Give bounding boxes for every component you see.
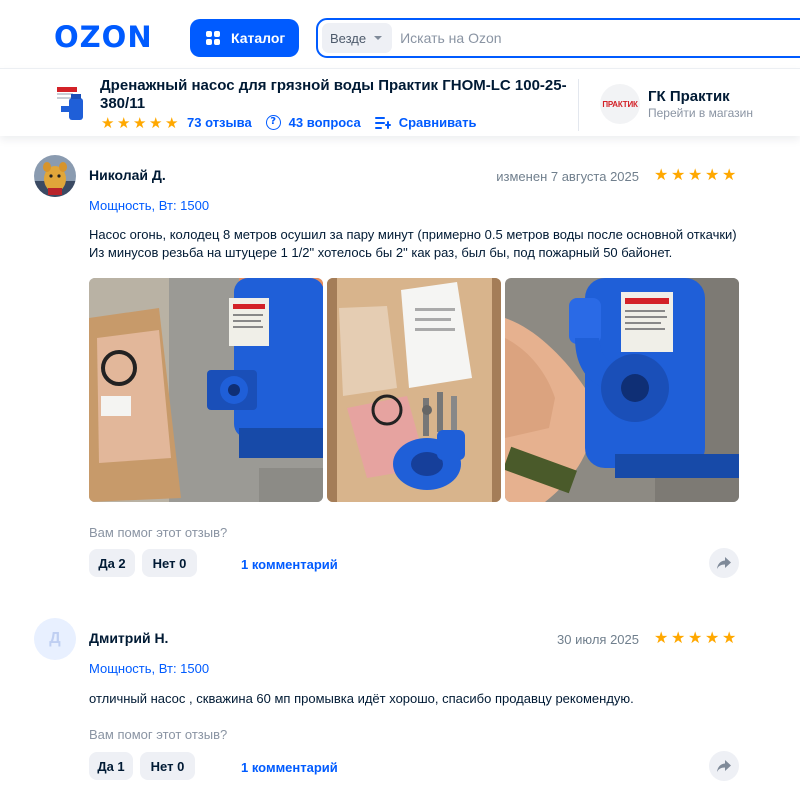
review-author: Дмитрий Н. [89,630,169,646]
star-icon: ★ [671,628,686,647]
avatar[interactable]: Д [34,618,76,660]
star-icon: ★ [705,628,720,647]
review-variant[interactable]: Мощность, Вт: 1500 [89,661,209,676]
avatar-letter: Д [49,630,61,647]
star-icon: ★ [722,628,737,647]
vote-yes-button[interactable]: Да 1 [89,752,133,780]
review-text: отличный насос , скважина 60 мп промывка… [89,691,634,706]
star-icon: ★ [688,628,703,647]
comments-link[interactable]: 1 комментарий [241,760,338,775]
vote-no-button[interactable]: Нет 0 [140,752,195,780]
review-card: Д Дмитрий Н. 30 июля 2025 ★ ★ ★ ★ ★ Мощность… [0,0,800,800]
review-rating-stars: ★ ★ ★ ★ ★ [654,628,738,647]
helpful-question: Вам помог этот отзыв? [89,727,228,742]
review-date: 30 июля 2025 [557,632,639,647]
star-icon: ★ [654,628,669,647]
share-arrow-icon [717,760,731,772]
share-button[interactable] [709,751,739,781]
